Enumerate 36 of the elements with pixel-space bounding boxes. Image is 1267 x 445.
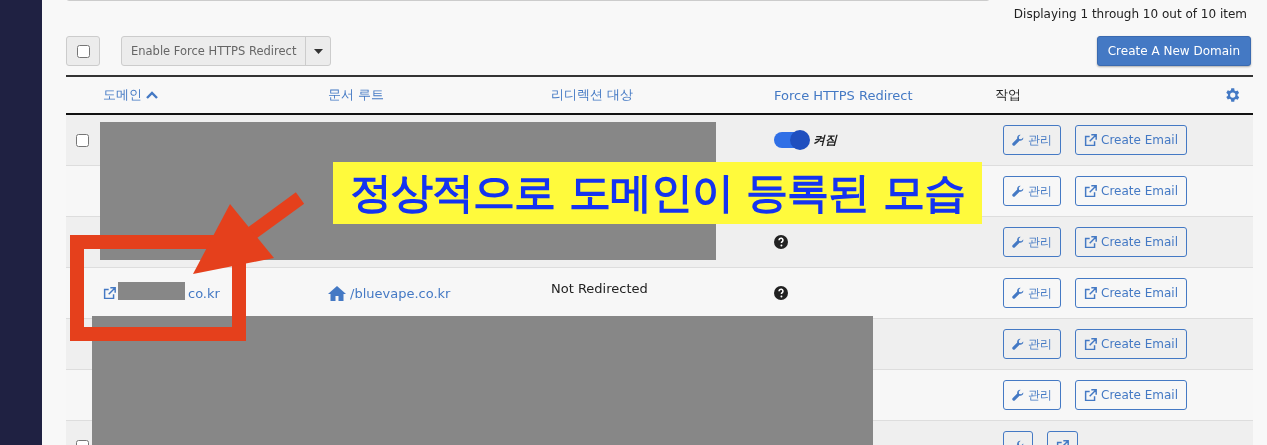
bulk-action-button[interactable]: Enable Force HTTPS Redirect bbox=[122, 37, 307, 65]
checkbox-button[interactable] bbox=[66, 36, 100, 66]
domain-link[interactable]: co.kr bbox=[103, 285, 220, 301]
create-email-button[interactable]: Create Email bbox=[1075, 227, 1187, 257]
sort-up-icon bbox=[146, 91, 158, 99]
create-email-button[interactable]: Create Email bbox=[1075, 176, 1187, 206]
select-all-checkbox[interactable] bbox=[76, 44, 90, 58]
toggle-switch[interactable] bbox=[774, 132, 808, 148]
manage-button[interactable]: 관리 bbox=[1003, 380, 1061, 410]
settings-icon[interactable] bbox=[1223, 86, 1241, 104]
create-email-button[interactable]: Create Email bbox=[1075, 125, 1187, 155]
row-checkbox[interactable] bbox=[76, 133, 89, 147]
create-domain-button[interactable]: Create A New Domain bbox=[1096, 36, 1251, 66]
column-header: 작업 bbox=[995, 86, 1022, 104]
manage-button[interactable]: 관리 bbox=[1003, 329, 1061, 359]
column-header[interactable]: 리디렉션 대상 bbox=[551, 86, 774, 104]
create-email-button[interactable]: Create Email bbox=[1075, 278, 1187, 308]
manage-button[interactable]: 관리 bbox=[1003, 176, 1061, 206]
column-header[interactable]: 문서 루트 bbox=[328, 86, 551, 104]
manage-button[interactable]: 관리 bbox=[1003, 125, 1061, 155]
question-icon bbox=[774, 235, 788, 249]
pagination-summary: Displaying 1 through 10 out of 10 item bbox=[1013, 7, 1247, 21]
create-email-button[interactable]: Create Email bbox=[1075, 380, 1187, 410]
redaction-block bbox=[118, 282, 185, 300]
document-root-link[interactable]: /bluevape.co.kr bbox=[328, 285, 451, 301]
column-header[interactable]: 도메인 bbox=[103, 86, 328, 104]
column-header[interactable]: Force HTTPS Redirect bbox=[774, 87, 995, 103]
toggle-label: 켜짐 bbox=[813, 131, 837, 149]
create-email-button[interactable]: Create Email bbox=[1075, 329, 1187, 359]
caret-icon bbox=[313, 48, 323, 54]
question-icon bbox=[774, 286, 788, 300]
manage-button[interactable]: 관리 bbox=[1003, 227, 1061, 257]
annotation-caption: 정상적으로 도메인이 등록된 모습 bbox=[333, 162, 982, 224]
redirect-target: Not Redirected bbox=[551, 280, 648, 296]
home-icon bbox=[328, 285, 346, 301]
manage-button[interactable]: 관리 bbox=[1003, 278, 1061, 308]
